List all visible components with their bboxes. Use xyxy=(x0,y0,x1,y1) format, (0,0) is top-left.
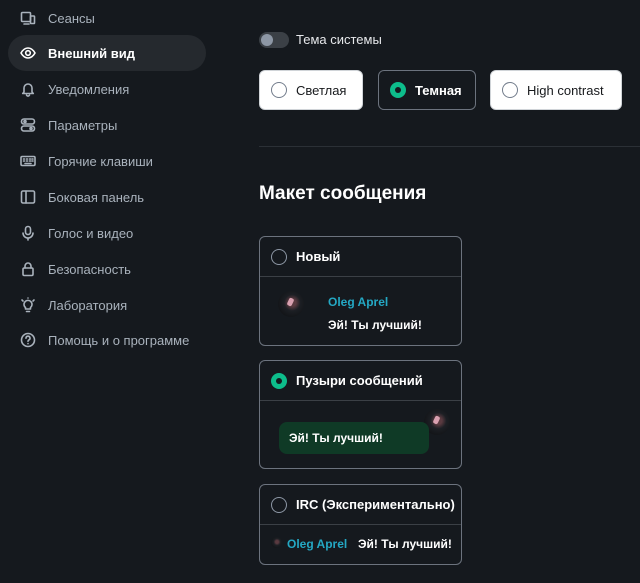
sidebar-item-help[interactable]: Помощь и о программе xyxy=(8,322,206,358)
theme-option-label: High contrast xyxy=(527,82,604,98)
sidebar-icon xyxy=(19,188,37,206)
sender-name: Oleg Aprel xyxy=(287,537,348,551)
radio-unchecked xyxy=(271,248,287,265)
layout-option-header: IRC (Экспериментально) xyxy=(260,485,461,525)
sidebar-item-notifications[interactable]: Уведомления xyxy=(8,71,206,107)
sidebar-item-label: Параметры xyxy=(48,117,118,133)
sidebar-item-appearance[interactable]: Внешний вид xyxy=(8,35,206,71)
layout-option-irc[interactable]: IRC (Экспериментально) Oleg Aprel Эй! Ты… xyxy=(259,484,462,565)
sidebar-item-label: Горячие клавиши xyxy=(48,153,153,169)
sidebar-item-security[interactable]: Безопасность xyxy=(8,251,206,287)
theme-option-dark[interactable]: Темная xyxy=(378,70,476,110)
settings-sliders-icon xyxy=(19,116,37,134)
sidebar-item-sidebar[interactable]: Боковая панель xyxy=(8,179,206,215)
help-icon xyxy=(19,331,37,349)
radio-unchecked xyxy=(502,82,518,98)
sidebar-item-keyboard[interactable]: Горячие клавиши xyxy=(8,143,206,179)
settings-sidebar: Сеансы Внешний вид Уведомления Параметры… xyxy=(0,0,215,583)
theme-option-label: Темная xyxy=(415,82,462,98)
bell-icon xyxy=(19,80,37,98)
radio-unchecked xyxy=(271,82,287,98)
message-layout-title: Макет сообщения xyxy=(259,183,427,204)
system-theme-label: Тема системы xyxy=(296,32,382,47)
sender-name: Oleg Aprel xyxy=(328,295,389,309)
section-divider xyxy=(259,146,640,147)
eye-icon xyxy=(19,44,37,62)
microphone-icon xyxy=(19,224,37,242)
sidebar-item-label: Голос и видео xyxy=(48,225,134,241)
sidebar-item-label: Внешний вид xyxy=(48,45,135,61)
layout-option-header: Пузыри сообщений xyxy=(260,361,461,401)
message-text: Эй! Ты лучший! xyxy=(289,431,383,445)
avatar xyxy=(278,291,304,317)
lock-icon xyxy=(19,260,37,278)
sidebar-item-voice-video[interactable]: Голос и видео xyxy=(8,215,206,251)
message-bubble: Эй! Ты лучший! xyxy=(279,422,429,454)
sidebar-item-preferences[interactable]: Параметры xyxy=(8,107,206,143)
layout-option-label: IRC (Экспериментально) xyxy=(296,497,455,512)
layout-option-bubbles[interactable]: Пузыри сообщений Эй! Ты лучший! xyxy=(259,360,462,469)
layout-option-label: Новый xyxy=(296,249,341,264)
layout-option-modern[interactable]: Новый Oleg Aprel Эй! Ты лучший! xyxy=(259,236,462,346)
sidebar-item-label: Безопасность xyxy=(48,261,131,277)
sidebar-item-label: Уведомления xyxy=(48,81,130,97)
sidebar-item-label: Боковая панель xyxy=(48,189,145,205)
radio-checked xyxy=(390,82,406,98)
layout-option-header: Новый xyxy=(260,237,461,277)
keyboard-icon xyxy=(19,152,37,170)
radio-checked xyxy=(271,372,287,389)
sidebar-item-sessions[interactable]: Сеансы xyxy=(8,0,206,36)
layout-option-label: Пузыри сообщений xyxy=(296,373,423,388)
theme-option-high-contrast[interactable]: High contrast xyxy=(490,70,622,110)
radio-unchecked xyxy=(271,496,287,513)
sidebar-item-label: Лаборатория xyxy=(48,297,128,313)
sidebar-item-label: Сеансы xyxy=(48,10,95,26)
avatar xyxy=(271,537,282,548)
sidebar-item-labs[interactable]: Лаборатория xyxy=(8,287,206,323)
devices-icon xyxy=(19,9,37,27)
system-theme-toggle[interactable] xyxy=(259,32,289,48)
toggle-knob xyxy=(261,34,273,46)
theme-option-light[interactable]: Светлая xyxy=(259,70,363,110)
theme-option-label: Светлая xyxy=(296,82,347,98)
message-text: Эй! Ты лучший! xyxy=(328,318,422,332)
sidebar-item-label: Помощь и о программе xyxy=(48,332,190,348)
lightbulb-icon xyxy=(19,296,37,314)
message-text: Эй! Ты лучший! xyxy=(358,537,452,551)
